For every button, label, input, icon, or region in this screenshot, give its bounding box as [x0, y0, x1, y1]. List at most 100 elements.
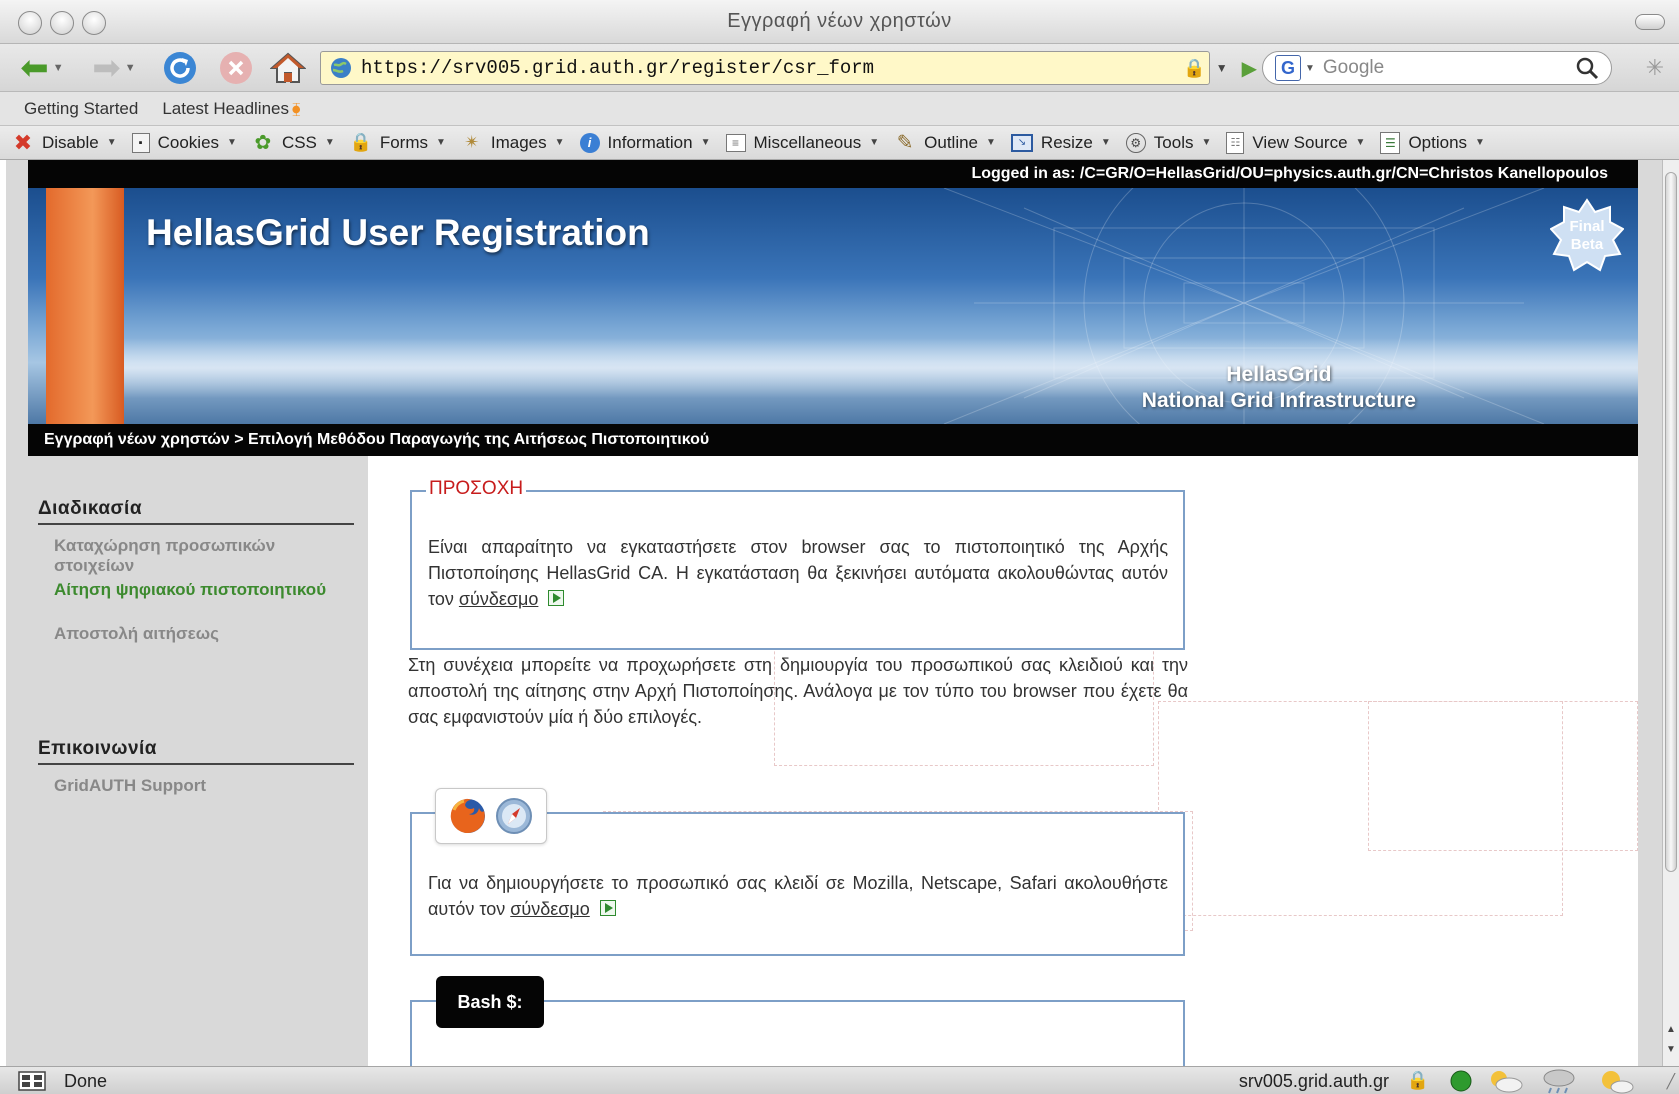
chevron-down-icon[interactable]: ▼	[1216, 61, 1228, 75]
forward-arrow-icon: ➡	[92, 49, 121, 87]
chevron-down-icon: ▼	[1100, 137, 1111, 148]
home-button[interactable]	[268, 50, 308, 86]
reload-button[interactable]	[160, 50, 200, 86]
devbar-css[interactable]: ✿ CSS ▼	[252, 132, 335, 154]
warning-legend: ΠΡΟΣΟΧΗ	[426, 478, 527, 500]
sidebar: Διαδικασία Καταχώρηση προσωπικών στοιχεί…	[28, 456, 368, 1066]
window-title: Εγγραφή νέων χρηστών	[727, 10, 952, 32]
stop-button[interactable]	[216, 50, 256, 86]
devbar-disable[interactable]: ✖ Disable ▼	[12, 130, 117, 155]
back-arrow-icon: ⬅	[20, 49, 49, 87]
globe-icon	[331, 58, 351, 78]
web-developer-toolbar: ✖ Disable ▼ ▪ Cookies ▼ ✿ CSS ▼ 🔒 Forms ▼ ✴ …	[0, 126, 1679, 160]
bookmark-latest-headlines[interactable]: Latest Headlines ⧳	[162, 99, 300, 119]
status-host: srv005.grid.auth.gr	[1238, 1071, 1389, 1091]
chevron-down-icon: ▼	[700, 137, 711, 148]
devbar-images[interactable]: ✴ Images ▼	[461, 132, 565, 154]
tools-icon: ⚙	[1125, 132, 1146, 153]
devbar-resize[interactable]: ↘ Resize ▼	[1010, 132, 1111, 153]
banner-subtitle: HellasGrid National Grid Infrastructure	[1142, 362, 1416, 414]
devbar-tools[interactable]: ⚙ Tools ▼	[1125, 132, 1212, 153]
scroll-down-arrow-icon[interactable]: ▼	[1666, 1044, 1676, 1055]
chevron-down-icon: ▼	[554, 137, 565, 148]
lock-icon[interactable]: 🔒	[1407, 1070, 1429, 1091]
devbar-view-source[interactable]: ☷ View Source ▼	[1226, 131, 1366, 154]
images-icon: ✴	[464, 132, 480, 152]
devbar-forms-label: Forms	[379, 132, 428, 152]
ca-certificate-link[interactable]: σύνδεσμο	[459, 589, 539, 609]
status-green-icon	[1450, 1070, 1472, 1092]
google-icon[interactable]: G	[1275, 55, 1301, 81]
site-banner: HellasGrid User Registration HellasGrid …	[28, 188, 1638, 424]
chevron-down-icon: ▼	[1475, 137, 1485, 148]
mozilla-key-link[interactable]: σύνδεσμο	[510, 899, 590, 919]
css-icon: ✿	[254, 132, 272, 154]
view-source-icon: ☷	[1226, 131, 1245, 154]
vertical-scrollbar[interactable]: ▲ ▼	[1662, 160, 1679, 1066]
rain-cloud-icon	[1543, 1069, 1575, 1094]
devbar-view-source-label: View Source	[1252, 132, 1348, 152]
go-arrow-icon[interactable]	[548, 590, 565, 606]
sunny-cloud-icon	[1602, 1071, 1634, 1094]
sidebar-item-certificate-request[interactable]: Αίτηση ψηφιακού πιστοποιητικού	[54, 580, 344, 600]
devbar-information-label: Information	[607, 132, 693, 152]
bookmark-latest-headlines-label: Latest Headlines	[162, 98, 289, 118]
devbar-cookies[interactable]: ▪ Cookies ▼	[131, 132, 237, 153]
options-icon: ☰	[1380, 131, 1401, 154]
chevron-down-icon: ▼	[1355, 137, 1366, 148]
devbar-forms[interactable]: 🔒 Forms ▼	[350, 132, 446, 154]
status-bar: Done srv005.grid.auth.gr 🔒 ╱	[0, 1066, 1679, 1094]
sidebar-heading-process: Διαδικασία	[38, 498, 354, 525]
devbar-tools-label: Tools	[1153, 132, 1194, 152]
search-icon[interactable]	[1575, 56, 1599, 80]
devbar-css-label: CSS	[281, 132, 317, 152]
resize-grip-icon[interactable]: ╱	[1667, 1073, 1675, 1090]
devbar-miscellaneous[interactable]: ≡ Miscellaneous ▼	[725, 132, 879, 153]
cookies-icon: ▪	[131, 132, 150, 153]
banner-subtitle-line1: HellasGrid	[1226, 363, 1332, 386]
forward-button[interactable]: ➡ ▼	[86, 50, 142, 86]
chevron-down-icon: ▼	[106, 137, 117, 148]
outline-icon: ✎	[896, 132, 914, 154]
devbar-options[interactable]: ☰ Options ▼	[1380, 131, 1485, 154]
bookmark-getting-started[interactable]: Getting Started	[24, 99, 138, 119]
activity-spinner-icon: ✳	[1645, 55, 1665, 80]
devbar-miscellaneous-label: Miscellaneous	[753, 132, 862, 152]
banner-title: HellasGrid User Registration	[146, 212, 650, 253]
warning-box: ΠΡΟΣΟΧΗ Είναι απαραίτητο να εγκαταστήσετ…	[410, 478, 1185, 650]
chevron-down-icon: ▼	[986, 137, 996, 148]
banner-subtitle-line2: National Grid Infrastructure	[1141, 389, 1416, 412]
devbar-resize-label: Resize	[1040, 132, 1093, 152]
devbar-information[interactable]: i Information ▼	[579, 132, 711, 153]
scroll-up-arrow-icon[interactable]: ▲	[1666, 1024, 1676, 1035]
main-content: ΠΡΟΣΟΧΗ Είναι απαραίτητο να εγκαταστήσετ…	[368, 456, 1638, 1066]
devbar-cookies-label: Cookies	[157, 132, 220, 152]
go-arrow-icon[interactable]	[599, 900, 616, 916]
sidebar-item-submit-request[interactable]: Αποστολή αιτήσεως	[54, 624, 344, 644]
grid-view-icon[interactable]	[18, 1071, 46, 1091]
chevron-down-icon: ▼	[435, 137, 446, 148]
go-icon[interactable]: ▶	[1242, 56, 1257, 81]
address-bar[interactable]: https://srv005.grid.auth.gr/register/csr…	[320, 51, 1257, 85]
chevron-down-icon: ▼	[1201, 137, 1212, 148]
sidebar-item-personal-data[interactable]: Καταχώρηση προσωπικών στοιχείων	[54, 536, 344, 576]
scrollbar-thumb[interactable]	[1665, 172, 1677, 872]
beta-badge-line1: Final	[1569, 218, 1605, 235]
devbar-outline-label: Outline	[924, 132, 979, 152]
sidebar-heading-contact: Επικοινωνία	[38, 738, 354, 765]
status-text: Done	[64, 1071, 108, 1091]
home-icon	[270, 52, 306, 83]
search-placeholder: Google	[1322, 57, 1385, 78]
web-page: Logged in as: /C=GR/O=HellasGrid/OU=phys…	[28, 160, 1638, 1066]
layout-guide	[1368, 701, 1638, 851]
sidebar-item-gridauth-support[interactable]: GridAUTH Support	[54, 776, 344, 796]
devbar-outline[interactable]: ✎ Outline ▼	[894, 132, 996, 154]
toolbar-toggle-button[interactable]	[1635, 14, 1665, 30]
devbar-disable-label: Disable	[42, 132, 99, 152]
back-button[interactable]: ⬅ ▼	[14, 50, 70, 86]
chevron-down-icon: ▼	[124, 62, 136, 74]
warning-text-block: Είναι απαραίτητο να εγκαταστήσετε στον b…	[428, 534, 1168, 612]
devbar-images-label: Images	[490, 132, 547, 152]
stop-icon	[220, 52, 252, 84]
search-input[interactable]: G ▼ Google	[1262, 51, 1612, 85]
